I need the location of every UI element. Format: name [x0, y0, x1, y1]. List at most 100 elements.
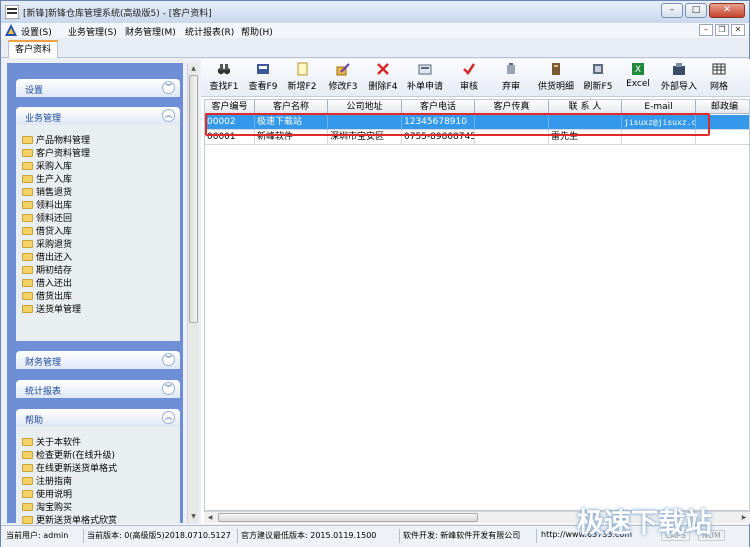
group-reports-title: 统计报表: [25, 387, 62, 397]
window-title: [新锋]新锋仓库管理系统(高级版5) - [客户资料]: [23, 9, 212, 19]
folder-icon: [22, 292, 33, 300]
expand-chevron-icon[interactable]: ︾: [162, 382, 175, 395]
supplement-apply-button[interactable]: 补单申请: [405, 62, 445, 92]
maximize-button[interactable]: □: [685, 3, 707, 18]
group-business-header[interactable]: 业务管理 ︽: [16, 107, 180, 125]
sidebar-item-loan-in[interactable]: 借贷入库: [22, 224, 72, 237]
column-header[interactable]: 公司地址: [328, 100, 402, 114]
status-current-version: 当前版本: 0(高级版5)2018.0710.5127: [87, 531, 231, 540]
menu-reports[interactable]: 统计报表(R): [185, 25, 234, 38]
binoculars-icon: [217, 64, 231, 75]
expand-chevron-icon[interactable]: ︾: [162, 81, 175, 94]
column-header[interactable]: 客户传真: [475, 100, 549, 114]
menu-business[interactable]: 业务管理(S): [68, 25, 117, 38]
group-finance-header[interactable]: 财务管理 ︾: [16, 351, 180, 369]
view-button[interactable]: 查看F9: [248, 62, 278, 92]
navigation-scrollbar[interactable]: ▲ ▼: [187, 63, 199, 523]
title-bar: [新锋]新锋仓库管理系统(高级版5) - [客户资料] – □ ✕: [1, 1, 749, 23]
sidebar-item-lend-return[interactable]: 借出还入: [22, 250, 72, 263]
sidebar-item-update-format[interactable]: 在线更新送货单格式: [22, 461, 117, 474]
folder-icon: [22, 162, 33, 170]
audit-button[interactable]: 审核: [457, 62, 481, 92]
folder-icon: [22, 516, 33, 524]
group-help-header[interactable]: 帮助 ︽: [16, 409, 180, 427]
grid-button[interactable]: 网格: [707, 62, 731, 92]
folder-icon: [22, 490, 33, 498]
sidebar-item-about[interactable]: 关于本软件: [22, 435, 81, 448]
mdi-close-button[interactable]: ✕: [731, 24, 745, 36]
sidebar-item-material-out[interactable]: 领料出库: [22, 198, 72, 211]
sidebar-item-purchase-in[interactable]: 采购入库: [22, 159, 72, 172]
folder-icon: [22, 503, 33, 511]
menu-app-icon: [5, 24, 17, 36]
grid-icon: [712, 63, 726, 75]
mdi-restore-button[interactable]: ❐: [715, 24, 729, 36]
close-button[interactable]: ✕: [709, 3, 745, 18]
scroll-right-arrow-icon[interactable]: ▶: [738, 512, 750, 523]
sidebar-item-delivery-note[interactable]: 送货单管理: [22, 302, 81, 315]
sidebar-item-sales-return[interactable]: 销售退货: [22, 185, 72, 198]
scrollbar-thumb[interactable]: [189, 75, 198, 323]
collapse-chevron-icon[interactable]: ︽: [162, 109, 175, 122]
sidebar-item-loan-out[interactable]: 借货出库: [22, 289, 72, 302]
sidebar-item-production-in[interactable]: 生产入库: [22, 172, 72, 185]
sidebar-item-material-return[interactable]: 领料还回: [22, 211, 72, 224]
sidebar-item-register-guide[interactable]: 注册指南: [22, 474, 72, 487]
column-header[interactable]: 客户编号: [205, 100, 255, 114]
folder-icon: [22, 188, 33, 196]
folder-icon: [22, 149, 33, 157]
app-logo-icon: [5, 5, 19, 19]
sidebar-item-check-update[interactable]: 检查更新(在线升级): [22, 448, 115, 461]
add-button[interactable]: 新增F2: [287, 62, 317, 92]
folder-icon: [22, 464, 33, 472]
refresh-icon: [593, 64, 603, 74]
expand-chevron-icon[interactable]: ︾: [162, 353, 175, 366]
sidebar-item-borrow-return[interactable]: 借入还出: [22, 276, 72, 289]
refresh-button[interactable]: 刷新F5: [583, 62, 613, 92]
minimize-button[interactable]: –: [661, 3, 683, 18]
excel-icon: X: [632, 63, 644, 75]
find-button[interactable]: 查找F1: [209, 62, 239, 92]
scroll-left-arrow-icon[interactable]: ◀: [204, 512, 216, 523]
delete-button[interactable]: 删除F4: [368, 62, 398, 92]
excel-export-button[interactable]: X Excel: [626, 62, 650, 89]
sidebar-item-customer-management[interactable]: 客户资料管理: [22, 146, 90, 159]
folder-icon: [22, 477, 33, 485]
sidebar-item-instructions[interactable]: 使用说明: [22, 487, 72, 500]
status-developer: 软件开发: 新峰软件开发有限公司: [403, 531, 521, 540]
column-header[interactable]: 联 系 人: [549, 100, 622, 114]
external-import-button[interactable]: 外部导入: [659, 62, 699, 92]
supply-detail-button[interactable]: 供货明细: [538, 62, 574, 92]
collapse-chevron-icon[interactable]: ︽: [162, 411, 175, 424]
watermark-logo: 极速下载站: [577, 508, 712, 539]
tab-customer-info[interactable]: 客户资料: [8, 40, 59, 58]
menu-settings[interactable]: 设置(S): [21, 25, 52, 38]
unaudit-icon: [507, 63, 515, 74]
group-reports-header[interactable]: 统计报表 ︾: [16, 380, 180, 398]
column-header[interactable]: 邮政编: [696, 100, 749, 114]
document-tab-strip: 客户资料: [1, 38, 749, 58]
scroll-up-arrow-icon[interactable]: ▲: [188, 63, 199, 75]
edit-button[interactable]: 修改F3: [328, 62, 358, 92]
sidebar-item-taobao-buy[interactable]: 淘宝购买: [22, 500, 72, 513]
mdi-minimize-button[interactable]: –: [699, 24, 713, 36]
view-icon: [257, 64, 269, 74]
scrollbar-thumb[interactable]: [218, 513, 478, 522]
folder-icon: [22, 201, 33, 209]
column-header[interactable]: 客户电话: [402, 100, 475, 114]
sidebar-item-product-material[interactable]: 产品物料管理: [22, 133, 90, 146]
menu-help[interactable]: 帮助(H): [241, 25, 273, 38]
scroll-down-arrow-icon[interactable]: ▼: [188, 511, 199, 523]
column-header[interactable]: E-mail: [622, 100, 696, 114]
highlight-annotation-box: [205, 113, 710, 136]
unaudit-button[interactable]: 弃审: [499, 62, 523, 92]
group-settings-header[interactable]: 设置 ︾: [16, 79, 180, 97]
menu-finance[interactable]: 财务管理(M): [125, 25, 176, 38]
navigation-pane: 设置 ︾ 业务管理 ︽ 产品物料管理 客户资料管理 采购入库 生产入库 销售退货…: [7, 63, 183, 526]
column-header[interactable]: 客户名称: [255, 100, 328, 114]
toolbar: 查找F1 查看F9 新增F2 修改F3 删除F4 补单申请 审核 弃审 供货明细…: [201, 59, 750, 97]
delete-icon: [377, 63, 389, 75]
app-window: [新锋]新锋仓库管理系统(高级版5) - [客户资料] – □ ✕ 设置(S) …: [0, 0, 750, 547]
sidebar-item-purchase-return[interactable]: 采购退货: [22, 237, 72, 250]
sidebar-item-opening-balance[interactable]: 期初结存: [22, 263, 72, 276]
